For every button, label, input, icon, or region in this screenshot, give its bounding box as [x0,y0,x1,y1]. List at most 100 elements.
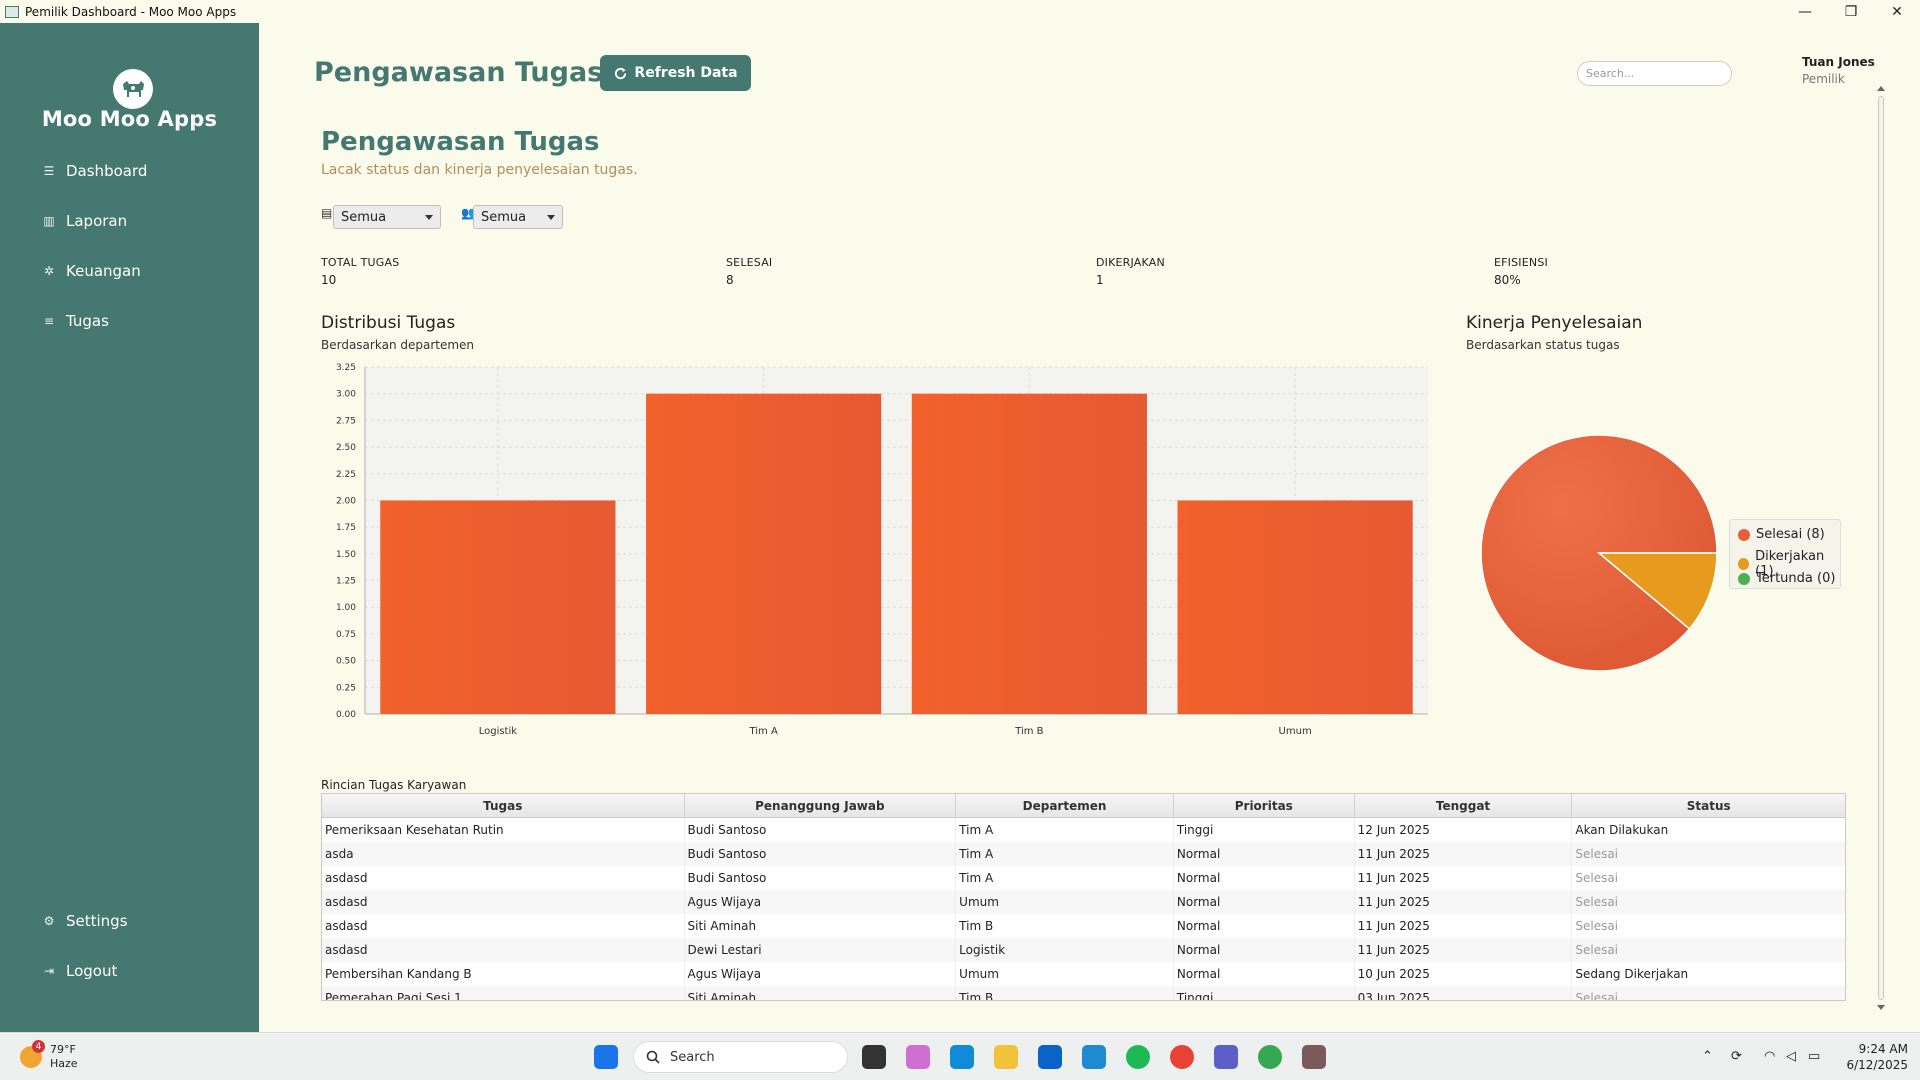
edge-icon[interactable] [950,1045,974,1069]
sidebar-item-logout[interactable]: ⇥ Logout [42,962,117,980]
task-table[interactable]: Tugas Penanggung Jawab Departemen Priori… [321,793,1846,1001]
title-bar: Pemilik Dashboard - Moo Moo Apps — ❐ ✕ [0,0,1920,23]
table-cell: Selesai [1575,871,1619,885]
settings-icon: ⚙ [43,914,55,928]
table-row[interactable]: asda Budi Santoso Tim A Normal 11 Jun 2025 Se… [322,842,1845,866]
page-title: Pengawasan Tugas [314,57,604,88]
copilot-icon[interactable] [906,1045,930,1069]
vscode-icon[interactable] [1082,1045,1106,1069]
close-button[interactable]: ✕ [1874,0,1920,23]
table-row[interactable]: Pembersihan Kandang B Agus Wijaya Umum Norm… [322,962,1845,986]
y-tick-label: 3.00 [336,390,356,400]
stat-selesai-label: SELESAI [726,256,773,269]
tray-chevron-up-icon[interactable]: ⌃ [1702,1049,1713,1064]
chevron-down-icon [547,215,555,220]
table-row[interactable]: asdasd Siti Aminah Tim B Normal 11 Jun 2025 S… [322,914,1845,938]
refresh-label: Refresh Data [634,65,738,81]
sync-icon[interactable]: ⟳ [1731,1049,1742,1064]
table-cell: 10 Jun 2025 [1355,962,1573,986]
volume-icon[interactable]: ◁ [1786,1049,1796,1064]
sidebar-item-tugas[interactable]: ≡ Tugas [42,312,109,330]
bar-tim-a [646,393,882,714]
table-row[interactable]: Pemeriksaan Kesehatan Rutin Budi Santoso T… [322,818,1845,842]
sidebar-item-label: Settings [66,912,128,930]
table-cell: Siti Aminah [685,914,957,938]
start-icon[interactable] [594,1045,618,1069]
table-row[interactable]: Pemerahan Pagi Sesi 1 Siti Aminah Tim B Tin… [322,986,1845,1000]
task-view-icon[interactable] [862,1045,886,1069]
column-header[interactable]: Status [1572,794,1845,817]
search-icon [646,1050,660,1064]
battery-icon[interactable]: ▭ [1808,1049,1820,1064]
weather-widget[interactable]: 4 79°F Haze [20,1040,78,1071]
y-tick-label: 1.00 [336,603,356,613]
table-cell: Tinggi [1174,986,1355,1000]
table-row[interactable]: asdasd Agus Wijaya Umum Normal 11 Jun 2025 Se… [322,890,1845,914]
clock[interactable]: 9:24 AM 6/12/2025 [1846,1041,1908,1073]
table-cell: asda [322,842,685,866]
scroll-down-icon[interactable] [1877,1005,1885,1010]
legend-item: Selesai (8) [1738,527,1825,542]
user-role: Pemilik [1802,72,1845,86]
scrollbar-track[interactable] [1878,96,1884,1000]
maximize-button[interactable]: ❐ [1828,0,1874,23]
table-cell: Tim B [956,986,1174,1000]
sidebar-item-keuangan[interactable]: ✲ Keuangan [42,262,141,280]
table-cell: Budi Santoso [685,818,957,842]
section-title: Pengawasan Tugas [321,127,600,157]
y-tick-label: 0.75 [336,630,356,640]
sidebar-item-dashboard[interactable]: ☰ Dashboard [42,162,148,180]
table-cell: Normal [1174,962,1355,986]
outlook-icon[interactable] [1038,1045,1062,1069]
chrome-icon[interactable] [1170,1045,1194,1069]
y-tick-label: 0.00 [336,710,356,720]
refresh-data-button[interactable]: Refresh Data [600,55,751,91]
table-cell: 11 Jun 2025 [1355,914,1573,938]
table-cell: 11 Jun 2025 [1355,842,1573,866]
spotify-icon[interactable] [1126,1045,1150,1069]
stat-dikerjakan-label: DIKERJAKAN [1096,256,1165,269]
column-header[interactable]: Prioritas [1174,794,1355,817]
minimize-button[interactable]: — [1782,0,1828,23]
wifi-icon[interactable]: ◠ [1764,1049,1775,1064]
column-header[interactable]: Tenggat [1355,794,1573,817]
y-tick-label: 0.25 [336,683,356,693]
bar-chart-subtitle: Berdasarkan departemen [321,338,475,352]
table-row[interactable]: asdasd Budi Santoso Tim A Normal 11 Jun 2025… [322,866,1845,890]
table-body: Pemeriksaan Kesehatan Rutin Budi Santoso T… [322,818,1845,1000]
weather-icon: 4 [20,1040,45,1068]
pie-slice-selesai [1480,434,1718,672]
table-cell: Selesai [1575,847,1619,861]
table-cell: Budi Santoso [685,842,957,866]
sidebar-item-settings[interactable]: ⚙ Settings [42,912,128,930]
chrome-profile-icon[interactable] [1258,1045,1282,1069]
table-cell: Agus Wijaya [685,890,957,914]
column-header[interactable]: Departemen [956,794,1174,817]
chevron-down-icon [425,215,433,220]
column-header[interactable]: Penanggung Jawab [685,794,957,817]
table-cell: Agus Wijaya [685,962,957,986]
period-filter-select[interactable]: Semua [333,205,441,229]
java-app-icon[interactable] [1302,1045,1326,1069]
table-cell: Normal [1174,890,1355,914]
table-cell: asdasd [322,890,685,914]
file-explorer-icon[interactable] [994,1045,1018,1069]
y-tick-label: 2.50 [336,443,356,453]
table-row[interactable]: asdasd Dewi Lestari Logistik Normal 11 Jun 2… [322,938,1845,962]
sidebar-item-laporan[interactable]: ▥ Laporan [42,212,127,230]
taskbar-search[interactable]: Search [633,1041,848,1073]
table-cell: Umum [956,890,1174,914]
table-cell: Selesai [1575,919,1619,933]
scroll-up-icon[interactable] [1877,86,1885,91]
department-filter-select[interactable]: Semua [473,205,563,229]
column-header[interactable]: Tugas [322,794,685,817]
table-cell: Pemerahan Pagi Sesi 1 [322,986,685,1000]
table-cell: 12 Jun 2025 [1355,818,1573,842]
stat-selesai-value: 8 [726,273,734,287]
y-tick-label: 1.75 [336,523,356,533]
scrollbar[interactable] [1876,86,1886,1010]
brand-name: Moo Moo Apps [41,107,218,131]
teams-icon[interactable] [1214,1045,1238,1069]
y-tick-label: 2.00 [336,496,356,506]
search-input[interactable]: Search... [1577,61,1732,86]
